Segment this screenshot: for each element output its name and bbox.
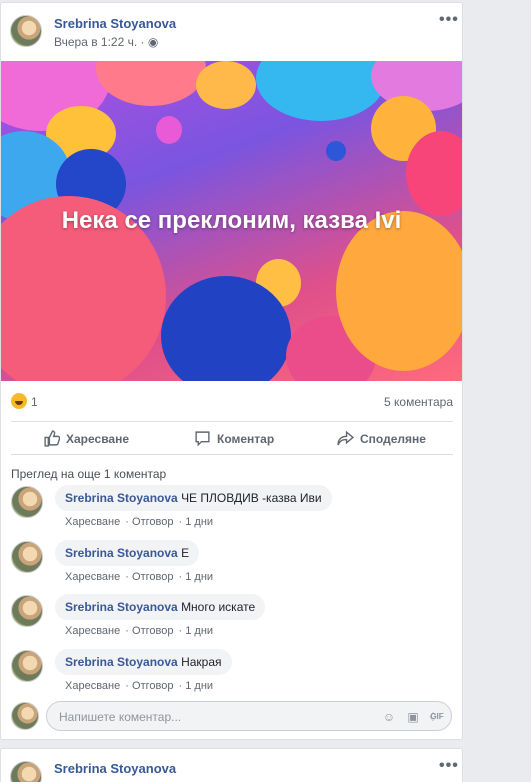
emoji-icon[interactable]: ☺: [381, 709, 397, 725]
comment-placeholder: Напишете коментар...: [59, 710, 182, 724]
reactions-count[interactable]: 1: [31, 395, 38, 409]
post-author[interactable]: Srebrina Stoyanova: [54, 761, 176, 776]
post-author[interactable]: Srebrina Stoyanova: [54, 16, 176, 31]
like-label: Харесване: [66, 431, 130, 446]
balloon: [256, 61, 386, 121]
camera-icon[interactable]: ▣: [405, 709, 421, 725]
post-card: Srebrina Stoyanova Вчера в 1:22 ч. · ◉ •…: [0, 2, 463, 740]
comment-bubble: Srebrina Stoyanova Накрая: [55, 649, 232, 675]
comment-age[interactable]: 1 дни: [185, 571, 213, 583]
share-icon: [337, 430, 354, 446]
balloon: [156, 116, 182, 144]
comment-actions: Харесване · Отговор · 1 дни: [65, 680, 214, 692]
commenter-avatar[interactable]: [11, 595, 43, 627]
post-image[interactable]: Нека се преклоним, казва Ivi: [1, 61, 462, 381]
more-options-icon[interactable]: •••: [439, 757, 459, 775]
post-actions: Харесване Коментар Споделяне: [11, 421, 453, 455]
comment-text: ЧЕ ПЛОВДИВ -казва Иви: [181, 491, 322, 505]
author-avatar[interactable]: [10, 761, 42, 782]
sticker-icon[interactable]: ♢: [425, 709, 441, 725]
comments-count[interactable]: 5 коментара: [384, 395, 453, 409]
commenter-avatar[interactable]: [11, 650, 43, 682]
comment-actions: Харесване · Отговор · 1 дни: [65, 516, 214, 528]
share-label: Споделяне: [360, 431, 426, 446]
comment-author[interactable]: Srebrina Stoyanova: [65, 491, 178, 505]
view-more-comments[interactable]: Преглед на още 1 коментар: [11, 467, 166, 481]
commenter-avatar[interactable]: [11, 541, 43, 573]
comment-reply-link[interactable]: Отговор: [132, 516, 173, 528]
commenter-avatar[interactable]: [11, 486, 43, 518]
comment-bubble: Srebrina Stoyanova Много искате: [55, 594, 266, 620]
balloon: [336, 211, 462, 371]
comment-age[interactable]: 1 дни: [185, 516, 213, 528]
comment-bubble: Srebrina Stoyanova Е: [55, 540, 200, 566]
dot-separator: ·: [140, 35, 148, 49]
post-timestamp[interactable]: Вчера в 1:22 ч. · ◉: [54, 35, 158, 49]
comment-bubble: Srebrina Stoyanova ЧЕ ПЛОВДИВ -казва Иви: [55, 485, 332, 511]
balloon: [326, 141, 346, 161]
comment-composer: Напишете коментар... ☺ ▣ GIF ♢: [11, 701, 453, 733]
current-user-avatar[interactable]: [11, 702, 39, 730]
comment-icon: [195, 431, 210, 447]
comment-input[interactable]: Напишете коментар... ☺ ▣ GIF: [46, 701, 452, 731]
balloon: [406, 131, 462, 216]
globe-icon: ◉: [147, 35, 159, 49]
comment-like-link[interactable]: Харесване: [65, 625, 120, 637]
comment-age[interactable]: 1 дни: [185, 680, 213, 692]
image-caption: Нека се преклоним, казва Ivi: [61, 207, 402, 234]
author-avatar[interactable]: [10, 15, 42, 47]
haha-reaction-icon[interactable]: [11, 393, 27, 409]
comment-actions: Харесване · Отговор · 1 дни: [65, 571, 214, 583]
comment-label: Коментар: [217, 431, 275, 446]
comment-like-link[interactable]: Харесване: [65, 571, 120, 583]
share-button[interactable]: Споделяне: [337, 430, 426, 447]
comment-author[interactable]: Srebrina Stoyanova: [65, 546, 178, 560]
post-time[interactable]: Вчера в 1:22 ч.: [54, 35, 137, 49]
comment-reply-link[interactable]: Отговор: [132, 571, 173, 583]
comment-author[interactable]: Srebrina Stoyanova: [65, 655, 178, 669]
post-stats: 1 5 коментара: [11, 393, 453, 413]
comment-reply-link[interactable]: Отговор: [132, 625, 173, 637]
balloon: [196, 61, 256, 109]
comment-author[interactable]: Srebrina Stoyanova: [65, 600, 178, 614]
balloon: [96, 61, 206, 106]
thumbs-up-icon: [44, 430, 60, 447]
next-post-card: Srebrina Stoyanova •••: [0, 748, 463, 782]
comment-text: Е: [181, 546, 190, 560]
comment-button[interactable]: Коментар: [194, 430, 274, 447]
comment-reply-link[interactable]: Отговор: [132, 680, 173, 692]
comment-text: Много искате: [181, 600, 256, 614]
comment-like-link[interactable]: Харесване: [65, 680, 120, 692]
comment-actions: Харесване · Отговор · 1 дни: [65, 625, 214, 637]
like-button[interactable]: Харесване: [43, 430, 129, 447]
comment-text: Накрая: [181, 655, 222, 669]
comment-like-link[interactable]: Харесване: [65, 516, 120, 528]
comment-age[interactable]: 1 дни: [185, 625, 213, 637]
more-options-icon[interactable]: •••: [439, 11, 459, 29]
